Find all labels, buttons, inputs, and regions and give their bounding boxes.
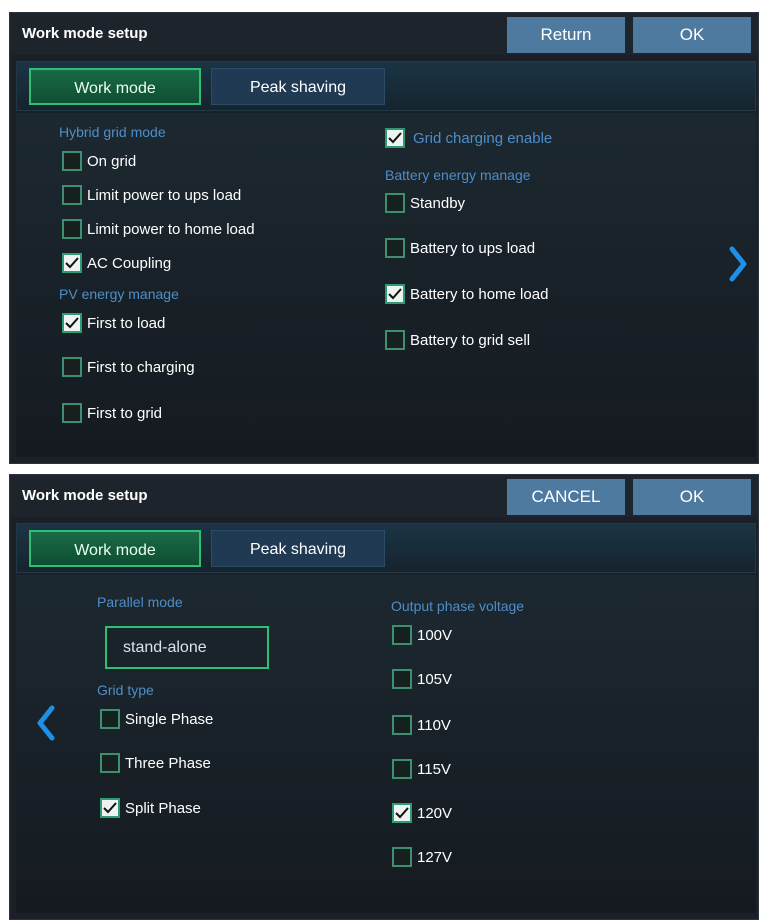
ac-coupling-checkbox[interactable]: AC Coupling [62,252,171,274]
checkbox-icon [392,715,412,735]
work-mode-setup-panel-top: Work mode setup Return OK Work mode Peak… [9,12,759,464]
option-label: First to grid [87,404,163,422]
option-label: 110V [417,716,451,734]
checkbox-icon [385,284,405,304]
option-label: 120V [417,804,453,822]
on-grid-checkbox[interactable]: On grid [62,150,136,172]
checkbox-icon [385,238,405,258]
tab-work-mode[interactable]: Work mode [29,530,201,567]
option-label: Grid charging enable [413,129,553,147]
tab-bar: Work mode Peak shaving [16,61,756,111]
option-label: Single Phase [125,710,214,728]
checkbox-icon [392,625,412,645]
chevron-left-icon[interactable] [36,705,56,741]
first-to-grid-checkbox[interactable]: First to grid [62,402,162,424]
tab-peak-shaving[interactable]: Peak shaving [211,530,385,567]
option-label: Battery to grid sell [410,331,531,349]
title-bar: Work mode setup Return OK [10,13,758,55]
three-phase-checkbox[interactable]: Three Phase [100,752,211,774]
voltage-127v-checkbox[interactable]: 127V [392,846,452,868]
option-label: Battery to ups load [410,239,536,257]
checkbox-icon [62,403,82,423]
return-button[interactable]: Return [507,17,625,53]
option-label: Limit power to home load [87,220,255,238]
parallel-mode-label: Parallel mode [97,594,183,610]
battery-to-home-load-checkbox[interactable]: Battery to home load [385,283,548,305]
option-label: On grid [87,152,137,170]
checkbox-icon [62,151,82,171]
option-label: 115V [417,760,451,778]
first-to-load-checkbox[interactable]: First to load [62,312,165,334]
checkbox-icon [100,753,120,773]
grid-charging-enable-checkbox[interactable]: Grid charging enable [385,127,552,149]
checkbox-icon [385,193,405,213]
window-title: Work mode setup [22,25,148,42]
battery-to-grid-sell-checkbox[interactable]: Battery to grid sell [385,329,530,351]
tab-work-mode[interactable]: Work mode [29,68,201,105]
checkbox-icon [100,709,120,729]
tab-bar: Work mode Peak shaving [16,523,756,573]
parallel-mode-field[interactable]: stand-alone [105,626,269,669]
settings-content: Hybrid grid mode On grid Limit power to … [16,113,756,457]
option-label: First to load [87,314,166,332]
checkbox-icon [62,219,82,239]
option-label: 100V [417,626,453,644]
option-label: 105V [417,670,453,688]
hybrid-grid-mode-label: Hybrid grid mode [59,124,166,140]
checkbox-icon [62,253,82,273]
grid-type-label: Grid type [97,682,154,698]
option-label: 127V [417,848,453,866]
checkbox-icon [385,330,405,350]
checkbox-icon [62,357,82,377]
battery-to-ups-load-checkbox[interactable]: Battery to ups load [385,237,535,259]
window-title: Work mode setup [22,487,148,504]
option-label: Three Phase [125,754,211,772]
checkbox-icon [62,313,82,333]
option-label: Limit power to ups load [87,186,242,204]
cancel-button[interactable]: CANCEL [507,479,625,515]
voltage-110v-checkbox[interactable]: 110V [392,714,451,736]
battery-energy-manage-label: Battery energy manage [385,167,531,183]
voltage-100v-checkbox[interactable]: 100V [392,624,452,646]
checkbox-icon [392,669,412,689]
voltage-120v-checkbox[interactable]: 120V [392,802,452,824]
option-label: AC Coupling [87,254,172,272]
checkbox-icon [392,759,412,779]
title-bar: Work mode setup CANCEL OK [10,475,758,517]
checkbox-icon [385,128,405,148]
work-mode-setup-panel-bottom: Work mode setup CANCEL OK Work mode Peak… [9,474,759,920]
option-label: Split Phase [125,799,201,817]
ok-button[interactable]: OK [633,479,751,515]
voltage-105v-checkbox[interactable]: 105V [392,668,452,690]
voltage-115v-checkbox[interactable]: 115V [392,758,451,780]
checkbox-icon [100,798,120,818]
option-label: Standby [410,194,466,212]
standby-checkbox[interactable]: Standby [385,192,465,214]
checkbox-icon [392,803,412,823]
option-label: First to charging [87,358,195,376]
single-phase-checkbox[interactable]: Single Phase [100,708,213,730]
chevron-right-icon[interactable] [728,246,748,282]
checkbox-icon [62,185,82,205]
option-label: Battery to home load [410,285,549,303]
settings-content: Parallel mode stand-alone Grid type Sing… [16,575,756,913]
first-to-charging-checkbox[interactable]: First to charging [62,356,195,378]
tab-peak-shaving[interactable]: Peak shaving [211,68,385,105]
ok-button[interactable]: OK [633,17,751,53]
pv-energy-manage-label: PV energy manage [59,286,179,302]
split-phase-checkbox[interactable]: Split Phase [100,797,201,819]
limit-power-home-load-checkbox[interactable]: Limit power to home load [62,218,255,240]
checkbox-icon [392,847,412,867]
output-phase-voltage-label: Output phase voltage [391,598,525,614]
limit-power-ups-load-checkbox[interactable]: Limit power to ups load [62,184,241,206]
